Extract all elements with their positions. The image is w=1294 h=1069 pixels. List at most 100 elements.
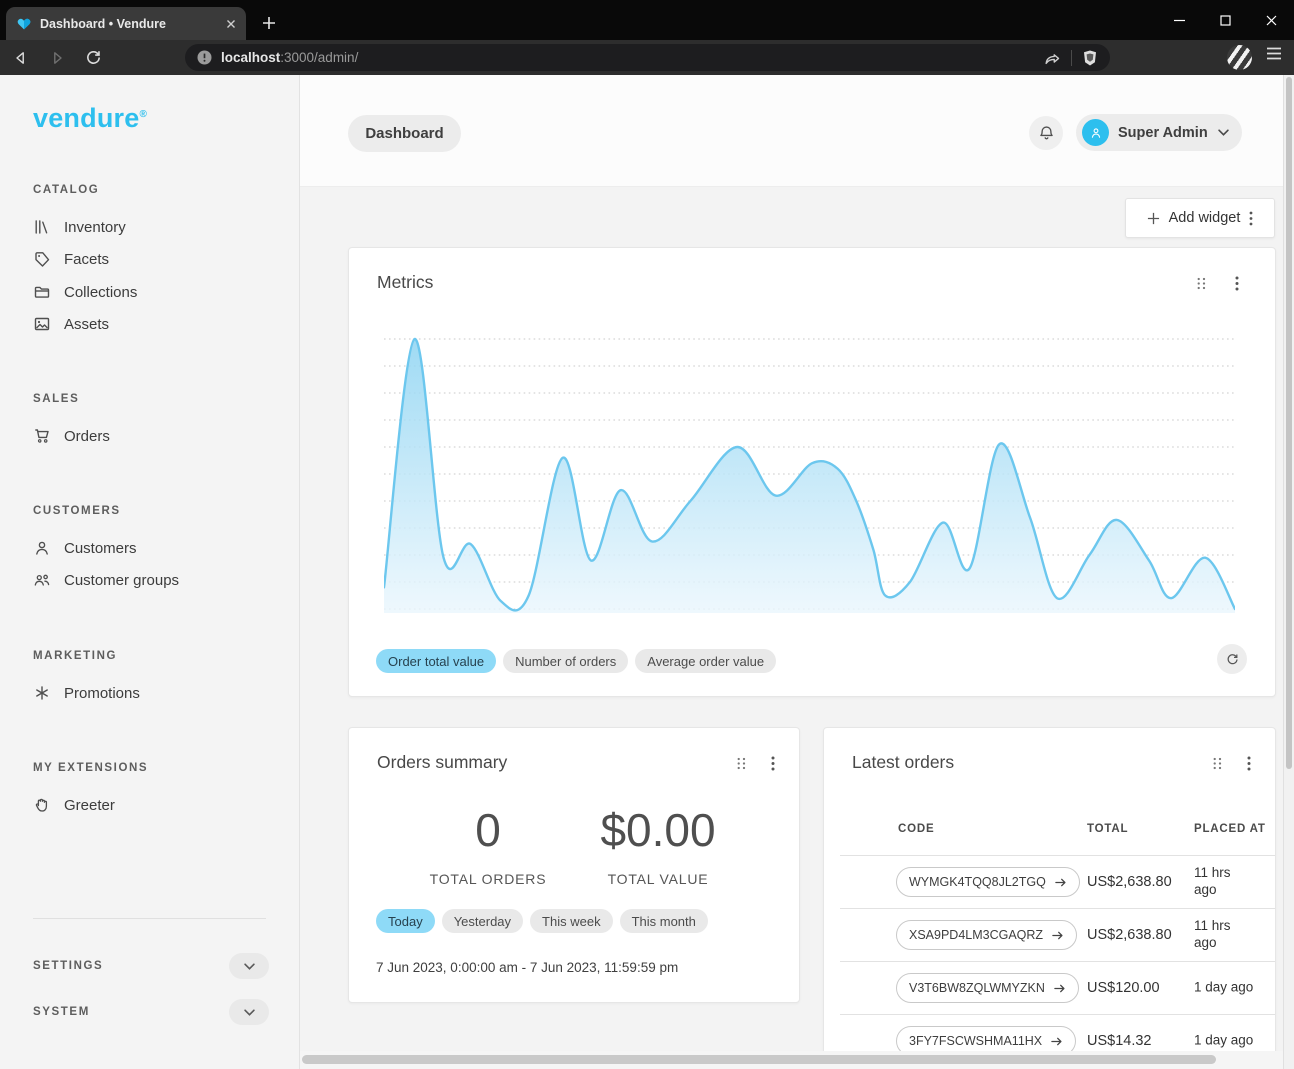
chevron-down-icon (244, 1009, 255, 1016)
section-label-catalog: CATALOG (33, 184, 99, 196)
tab-number-of-orders[interactable]: Number of orders (503, 649, 628, 673)
sidebar-item-assets[interactable]: Assets (33, 313, 109, 335)
user-menu[interactable]: Super Admin (1076, 114, 1242, 151)
sidebar-item-greeter[interactable]: Greeter (33, 794, 115, 816)
order-total: US$2,638.80 (1087, 874, 1172, 890)
filter-this-month[interactable]: This month (620, 909, 708, 933)
share-icon[interactable] (1043, 50, 1061, 66)
section-label-system: SYSTEM (33, 1006, 90, 1018)
section-label-customers: CUSTOMERS (33, 505, 121, 517)
drag-handle-icon[interactable] (1212, 757, 1223, 770)
filter-this-week[interactable]: This week (530, 909, 613, 933)
section-label-marketing: MARKETING (33, 650, 117, 662)
tab-close-icon[interactable] (226, 19, 236, 29)
order-code: 3FY7FSCWSHMA11HX (909, 1034, 1042, 1048)
minimize-icon (1174, 15, 1185, 26)
plus-icon (262, 16, 276, 30)
brave-shield-icon[interactable] (1082, 49, 1098, 67)
address-bar[interactable]: localhost:3000/admin/ (185, 44, 1110, 71)
refresh-button[interactable] (1217, 644, 1247, 674)
sidebar-item-customers[interactable]: Customers (33, 537, 137, 559)
sidebar-section-settings[interactable]: SETTINGS (33, 953, 269, 979)
orders-summary-widget: Orders summary 0 TOTAL ORDERS $0.00 TOTA… (348, 727, 800, 1003)
main-area: Dashboard Super Admin Add widget (300, 75, 1283, 1069)
browser-menu-button[interactable] (1266, 47, 1282, 60)
column-header-code: CODE (898, 823, 934, 835)
sidebar-item-label: Customers (64, 540, 137, 557)
order-code-link[interactable]: WYMGK4TQQ8JL2TGQ (896, 867, 1080, 897)
vendure-logo[interactable]: vendure® (33, 103, 147, 134)
hand-icon (33, 796, 51, 814)
tab-average-order-value[interactable]: Average order value (635, 649, 776, 673)
browser-tab[interactable]: Dashboard • Vendure (6, 7, 246, 40)
vertical-scrollbar[interactable] (1283, 75, 1294, 1069)
toolbar-separator (1071, 50, 1072, 66)
asterisk-icon (33, 684, 51, 702)
metrics-title: Metrics (377, 272, 433, 293)
date-range-text: 7 Jun 2023, 0:00:00 am - 7 Jun 2023, 11:… (376, 960, 678, 975)
sidebar-item-collections[interactable]: Collections (33, 281, 137, 303)
kebab-icon[interactable] (1247, 756, 1251, 771)
metrics-tabs: Order total value Number of orders Avera… (376, 649, 776, 673)
browser-window: Dashboard • Vendure (0, 0, 1294, 1069)
browser-profile-avatar[interactable] (1227, 45, 1252, 70)
kebab-icon[interactable] (771, 756, 775, 771)
folder-icon (33, 283, 51, 301)
horizontal-scrollbar[interactable] (300, 1051, 1283, 1069)
orders-table-header: CODE TOTAL PLACED AT (824, 823, 1275, 855)
new-tab-button[interactable] (258, 12, 280, 34)
vertical-scrollbar-thumb[interactable] (1286, 77, 1292, 769)
arrow-right-icon (1050, 1036, 1063, 1047)
filter-yesterday[interactable]: Yesterday (442, 909, 523, 933)
window-maximize-button[interactable] (1202, 0, 1248, 40)
notifications-button[interactable] (1029, 116, 1063, 150)
sidebar-item-label: Orders (64, 428, 110, 445)
user-avatar (1082, 119, 1109, 146)
drag-handle-icon[interactable] (1196, 277, 1207, 290)
sidebar-item-customer-groups[interactable]: Customer groups (33, 569, 179, 591)
forward-button[interactable] (42, 44, 72, 72)
sidebar-item-promotions[interactable]: Promotions (33, 682, 140, 704)
system-expand-button[interactable] (229, 999, 269, 1025)
filter-today[interactable]: Today (376, 909, 435, 933)
total-value-stat: $0.00 TOTAL VALUE (558, 803, 758, 887)
reload-button[interactable] (78, 44, 108, 72)
summary-filters: Today Yesterday This week This month (376, 909, 708, 933)
kebab-icon[interactable] (1249, 211, 1253, 226)
refresh-icon (1225, 652, 1240, 667)
chevron-down-icon (244, 963, 255, 970)
user-icon (1089, 126, 1103, 140)
window-close-button[interactable] (1248, 0, 1294, 40)
logo-trademark: ® (139, 109, 147, 120)
order-code-link[interactable]: V3T6BW8ZQLWMYZKN (896, 973, 1079, 1003)
sidebar-item-label: Facets (64, 251, 109, 268)
drag-handle-icon[interactable] (736, 757, 747, 770)
plus-icon (1147, 212, 1160, 225)
breadcrumb-dashboard[interactable]: Dashboard (348, 115, 461, 152)
add-widget-button[interactable]: Add widget (1125, 198, 1275, 238)
kebab-icon[interactable] (1235, 276, 1239, 291)
tab-order-total-value[interactable]: Order total value (376, 649, 496, 673)
latest-orders-widget: Latest orders CODE TOTAL PLACED AT WYMGK… (823, 727, 1276, 1069)
order-placed-at: 1 day ago (1194, 1033, 1256, 1050)
sidebar-item-facets[interactable]: Facets (33, 248, 109, 270)
sidebar-section-system[interactable]: SYSTEM (33, 999, 269, 1025)
order-total: US$14.32 (1087, 1033, 1152, 1049)
site-info-icon[interactable] (197, 50, 212, 65)
horizontal-scrollbar-thumb[interactable] (302, 1055, 1216, 1064)
forward-icon (49, 50, 65, 66)
settings-expand-button[interactable] (229, 953, 269, 979)
add-widget-label: Add widget (1169, 210, 1241, 226)
sidebar-item-label: Promotions (64, 685, 140, 702)
sidebar-item-orders[interactable]: Orders (33, 425, 110, 447)
sidebar-item-inventory[interactable]: Inventory (33, 216, 126, 238)
users-icon (33, 571, 51, 589)
total-value-value: $0.00 (558, 803, 758, 857)
back-button[interactable] (6, 44, 36, 72)
window-minimize-button[interactable] (1156, 0, 1202, 40)
user-icon (33, 539, 51, 557)
order-code-link[interactable]: XSA9PD4LM3CGAQRZ (896, 920, 1077, 950)
order-total: US$2,638.80 (1087, 927, 1172, 943)
sidebar-item-label: Inventory (64, 219, 126, 236)
order-code: V3T6BW8ZQLWMYZKN (909, 981, 1045, 995)
